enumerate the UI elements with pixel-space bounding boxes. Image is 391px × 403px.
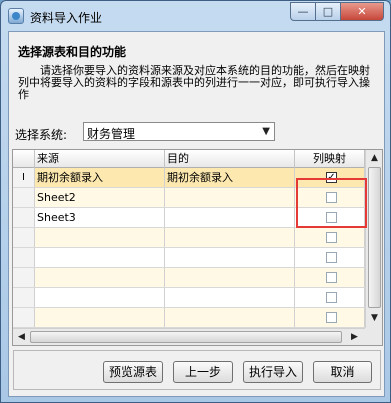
source-cell[interactable]: Sheet3 — [35, 208, 165, 227]
mapping-highlight-box — [296, 178, 367, 228]
row-indicator — [13, 268, 35, 287]
mapping-checkbox[interactable] — [326, 312, 337, 323]
target-cell[interactable] — [165, 228, 295, 247]
target-cell[interactable] — [165, 248, 295, 267]
row-indicator — [13, 308, 35, 327]
system-select-value: 财务管理 — [87, 127, 136, 141]
table-row[interactable] — [13, 308, 365, 328]
section-heading: 选择源表和目的功能 — [18, 45, 127, 59]
source-cell[interactable] — [35, 308, 165, 327]
source-cell[interactable]: Sheet2 — [35, 188, 165, 207]
title-bar[interactable]: 资料导入作业 — □ ✕ — [1, 1, 390, 31]
import-dialog-window: 资料导入作业 — □ ✕ 选择源表和目的功能 请选择你要导入的资料源来源及对应本… — [0, 0, 391, 403]
target-cell[interactable]: 期初余额录入 — [165, 168, 295, 187]
mapping-cell — [295, 308, 365, 327]
row-indicator — [13, 248, 35, 267]
mapping-checkbox[interactable] — [326, 252, 337, 263]
row-indicator — [13, 288, 35, 307]
row-indicator — [13, 208, 35, 227]
horizontal-scroll-thumb[interactable] — [30, 331, 342, 343]
system-select[interactable]: 财务管理 ▼ — [83, 122, 275, 141]
preview-source-button[interactable]: 预览源表 — [103, 361, 163, 383]
row-indicator — [13, 188, 35, 207]
instructions-text: 请选择你要导入的资料源来源及对应本系统的目的功能，然后在映射列中将要导入的资料的… — [18, 64, 370, 101]
column-header-source[interactable]: 来源 — [35, 150, 165, 168]
indicator-column-header — [13, 150, 35, 168]
table-row[interactable] — [13, 268, 365, 288]
dialog-body: 选择源表和目的功能 请选择你要导入的资料源来源及对应本系统的目的功能，然后在映射… — [8, 31, 385, 397]
mapping-cell — [295, 268, 365, 287]
previous-step-button[interactable]: 上一步 — [173, 361, 233, 383]
table-row[interactable] — [13, 228, 365, 248]
target-cell[interactable] — [165, 188, 295, 207]
system-label: 选择系统: — [15, 128, 68, 142]
source-cell[interactable] — [35, 288, 165, 307]
row-indicator: I — [13, 168, 35, 187]
execute-import-button[interactable]: 执行导入 — [243, 361, 303, 383]
mapping-checkbox[interactable] — [326, 232, 337, 243]
vertical-scrollbar[interactable]: ▲ ▼ — [365, 150, 382, 328]
row-indicator — [13, 228, 35, 247]
vertical-scroll-thumb[interactable] — [368, 167, 381, 308]
button-bar: 预览源表 上一步 执行导入 取消 — [13, 350, 381, 390]
dropdown-arrow-icon[interactable]: ▼ — [262, 126, 270, 137]
column-header-mapping[interactable]: 列映射 — [295, 150, 365, 168]
mapping-checkbox[interactable] — [326, 292, 337, 303]
target-cell[interactable] — [165, 208, 295, 227]
scrollbar-corner — [365, 328, 382, 345]
mapping-cell — [295, 248, 365, 267]
close-button[interactable]: ✕ — [340, 2, 384, 21]
cancel-button[interactable]: 取消 — [313, 361, 372, 383]
mapping-checkbox[interactable] — [326, 272, 337, 283]
minimize-button[interactable]: — — [290, 2, 316, 21]
mapping-cell — [295, 288, 365, 307]
scroll-left-arrow-icon[interactable]: ◀ — [13, 329, 30, 345]
table-row[interactable] — [13, 248, 365, 268]
source-cell[interactable] — [35, 268, 165, 287]
scroll-up-arrow-icon[interactable]: ▲ — [366, 150, 382, 166]
column-header-target[interactable]: 目的 — [165, 150, 295, 168]
target-cell[interactable] — [165, 288, 295, 307]
maximize-button[interactable]: □ — [315, 2, 341, 21]
grid-header: 来源 目的 列映射 — [13, 150, 365, 168]
target-cell[interactable] — [165, 308, 295, 327]
table-row[interactable] — [13, 288, 365, 308]
window-title: 资料导入作业 — [30, 11, 103, 25]
source-cell[interactable] — [35, 248, 165, 267]
scroll-right-arrow-icon[interactable]: ▶ — [346, 329, 363, 345]
horizontal-scrollbar[interactable]: ◀ ▶ — [13, 328, 365, 345]
source-cell[interactable] — [35, 228, 165, 247]
mapping-cell — [295, 228, 365, 247]
target-cell[interactable] — [165, 268, 295, 287]
scroll-down-arrow-icon[interactable]: ▼ — [366, 310, 382, 326]
app-icon — [8, 8, 24, 24]
source-cell[interactable]: 期初余额录入 — [35, 168, 165, 187]
